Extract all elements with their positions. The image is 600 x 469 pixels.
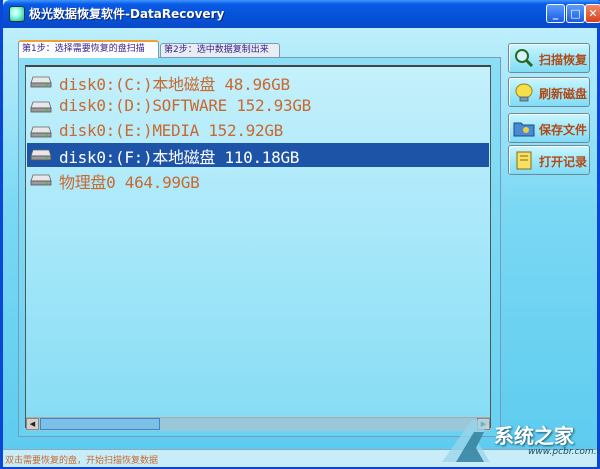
scroll-left-arrow-icon[interactable]: ◀ (26, 418, 39, 430)
refresh-disk-button[interactable]: 刷新磁盘 (508, 77, 590, 107)
app-window: 极光数据恢复软件-DataRecovery _ □ ✕ 第1步：选择需要恢复的盘… (0, 0, 600, 469)
disk-list-item[interactable]: disk0:(E:)MEDIA 152.92GB (27, 120, 489, 144)
disk-list-item[interactable]: disk0:(C:)本地磁盘 48.96GB (27, 70, 489, 94)
lightbulb-icon (515, 83, 533, 102)
hard-drive-icon (30, 126, 52, 138)
minimize-button[interactable]: _ (546, 4, 565, 23)
scrollbar-thumb[interactable] (40, 418, 160, 430)
status-text: 双击需要恢复的盘，开始扫描恢复数据 (5, 456, 159, 466)
open-log-button[interactable]: 打开记录 (508, 145, 590, 175)
disk-list-item-label: disk0:(E:)MEDIA 152.92GB (59, 121, 283, 140)
hard-drive-icon (30, 101, 52, 113)
disk-list-item-label: 物理盘0 464.99GB (59, 173, 200, 192)
hard-drive-icon (30, 174, 52, 186)
disk-list-item[interactable]: 物理盘0 464.99GB (27, 168, 489, 192)
hard-drive-icon (30, 76, 52, 88)
maximize-button[interactable]: □ (566, 4, 585, 23)
horizontal-scrollbar[interactable]: ◀ ▶ (26, 417, 490, 431)
scan-recover-label: 扫描恢复 (539, 53, 588, 67)
disk-list-item-label: disk0:(D:)SOFTWARE 152.93GB (59, 96, 311, 115)
open-log-label: 打开记录 (539, 155, 588, 169)
magnifier-icon (515, 49, 534, 68)
disk-list-item-label: disk0:(F:)本地磁盘 110.18GB (59, 148, 300, 167)
disk-list-item-selected[interactable]: disk0:(F:)本地磁盘 110.18GB (27, 143, 489, 167)
refresh-disk-label: 刷新磁盘 (539, 87, 588, 101)
tab-step1-select-disk[interactable]: 第1步：选择需要恢复的盘扫描 (18, 40, 159, 58)
folder-icon (513, 122, 535, 137)
window-title: 极光数据恢复软件-DataRecovery (29, 7, 225, 21)
tab-step2-copy-data[interactable]: 第2步：选中数据复制出来 (160, 43, 280, 58)
watermark-text: 系统之家 (494, 424, 574, 448)
disk-list[interactable]: disk0:(C:)本地磁盘 48.96GB disk0:(D:)SOFTWAR… (25, 65, 491, 428)
scan-recover-button[interactable]: 扫描恢复 (508, 43, 590, 73)
notebook-icon (516, 151, 532, 170)
close-button[interactable]: ✕ (585, 4, 600, 23)
hard-drive-icon (30, 149, 52, 161)
disk-list-item[interactable]: disk0:(D:)SOFTWARE 152.93GB (27, 95, 489, 119)
app-logo-icon (9, 6, 25, 22)
title-bar[interactable]: 极光数据恢复软件-DataRecovery _ □ ✕ (3, 0, 600, 28)
disk-list-item-label: disk0:(C:)本地磁盘 48.96GB (59, 75, 290, 94)
save-file-button[interactable]: 保存文件 (508, 113, 590, 143)
watermark-url: www.pcbr.com.cn (528, 447, 600, 457)
save-file-label: 保存文件 (539, 123, 588, 137)
